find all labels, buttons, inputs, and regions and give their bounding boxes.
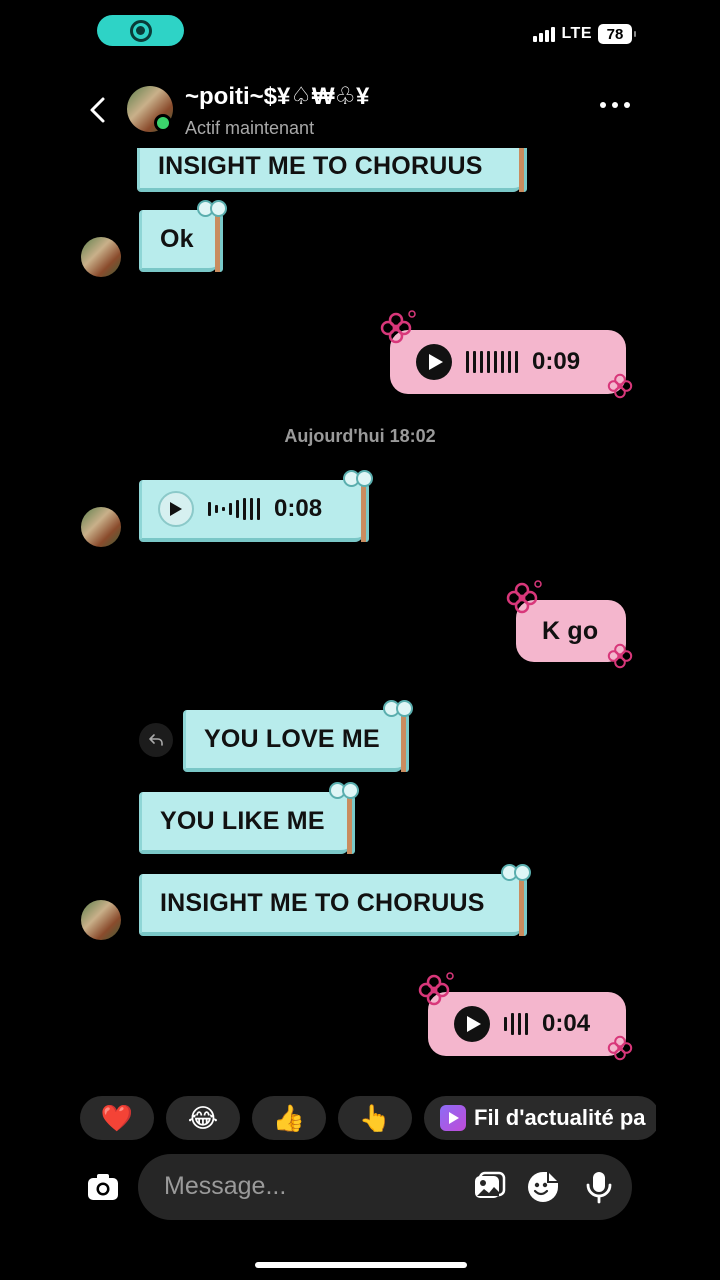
message-text: K go — [542, 616, 599, 645]
avatar[interactable] — [81, 237, 121, 277]
laugh-icon: 😂 — [187, 1102, 219, 1133]
message-composer: Message... — [80, 1154, 640, 1220]
avatar[interactable] — [81, 900, 121, 940]
incoming-message[interactable]: YOU LIKE ME — [139, 782, 359, 854]
gallery-icon[interactable] — [472, 1170, 506, 1204]
flower-decoration-icon — [380, 310, 416, 344]
incoming-message[interactable]: INSIGHT ME TO CHORUUS — [139, 864, 531, 936]
date-separator: Aujourd'hui 18:02 — [284, 426, 436, 446]
message-list[interactable]: INSIGHT ME TO CHORUUS Ok 0:09 Aujourd'hu… — [0, 148, 720, 1080]
flower-decoration-icon — [607, 1035, 633, 1061]
reaction-laugh-button[interactable]: 😂 — [166, 1096, 240, 1140]
network-label: LTE — [561, 25, 592, 42]
quick-reactions-bar: ❤️ 😂 👍 👆 Fil d'actualité pa — [80, 1096, 656, 1142]
play-icon[interactable] — [416, 344, 452, 380]
chat-header: ~poiti~$¥♤₩♧¥ Actif maintenant — [0, 80, 720, 142]
reaction-heart-button[interactable]: ❤️ — [80, 1096, 154, 1140]
message-text: YOU LIKE ME — [160, 806, 325, 835]
message-input[interactable]: Message... — [138, 1154, 632, 1220]
voice-duration: 0:09 — [532, 348, 581, 375]
message-text: Ok — [160, 224, 194, 253]
flower-decoration-icon — [607, 643, 633, 669]
signal-icon — [533, 26, 556, 42]
feed-share-button[interactable]: Fil d'actualité pa — [424, 1096, 656, 1140]
more-icon[interactable] — [600, 102, 630, 108]
feed-label: Fil d'actualité pa — [474, 1105, 646, 1130]
flower-decoration-icon — [506, 580, 542, 614]
microphone-icon[interactable] — [582, 1170, 616, 1204]
outgoing-voice-message[interactable]: 0:09 — [390, 330, 626, 394]
contact-status: Actif maintenant — [185, 118, 315, 138]
reply-icon[interactable] — [139, 723, 173, 757]
battery-level: 78 — [606, 25, 624, 43]
record-icon — [129, 19, 152, 42]
incoming-voice-message[interactable]: 0:08 — [139, 470, 373, 542]
waveform — [208, 498, 260, 520]
waveform — [466, 351, 518, 373]
message-text: INSIGHT ME TO CHORUUS — [160, 888, 485, 917]
sticker-icon[interactable] — [526, 1170, 560, 1204]
camera-icon[interactable] — [86, 1171, 120, 1203]
voice-duration: 0:04 — [542, 1010, 591, 1037]
flower-decoration-icon — [418, 972, 454, 1006]
message-text: YOU LOVE ME — [204, 724, 380, 753]
thumbs-up-icon: 👍 — [272, 1102, 306, 1133]
voice-duration: 0:08 — [274, 495, 323, 522]
status-bar: LTE 78 — [533, 24, 636, 44]
message-placeholder: Message... — [164, 1172, 287, 1200]
screen-recording-indicator[interactable] — [97, 15, 184, 46]
avatar[interactable] — [81, 507, 121, 547]
play-icon[interactable] — [158, 491, 194, 527]
pointing-up-icon: 👆 — [358, 1102, 392, 1133]
back-chevron-icon[interactable] — [84, 94, 112, 126]
message-text: INSIGHT ME TO CHORUUS — [158, 151, 483, 180]
reaction-thumbs-up-button[interactable]: 👍 — [252, 1096, 326, 1140]
waveform — [504, 1013, 528, 1035]
reaction-pointing-up-button[interactable]: 👆 — [338, 1096, 412, 1140]
online-indicator — [154, 114, 172, 132]
heart-icon: ❤️ — [100, 1102, 134, 1133]
incoming-message[interactable]: YOU LOVE ME — [183, 700, 413, 772]
home-indicator[interactable] — [255, 1262, 467, 1268]
flower-decoration-icon — [607, 373, 633, 399]
contact-name[interactable]: ~poiti~$¥♤₩♧¥ — [185, 82, 369, 111]
video-feed-icon — [440, 1105, 466, 1131]
incoming-message[interactable]: Ok — [139, 200, 227, 272]
outgoing-voice-message[interactable]: 0:04 — [428, 992, 626, 1056]
battery-icon: 78 — [598, 24, 636, 44]
incoming-message[interactable]: INSIGHT ME TO CHORUUS — [137, 148, 527, 192]
play-icon[interactable] — [454, 1006, 490, 1042]
